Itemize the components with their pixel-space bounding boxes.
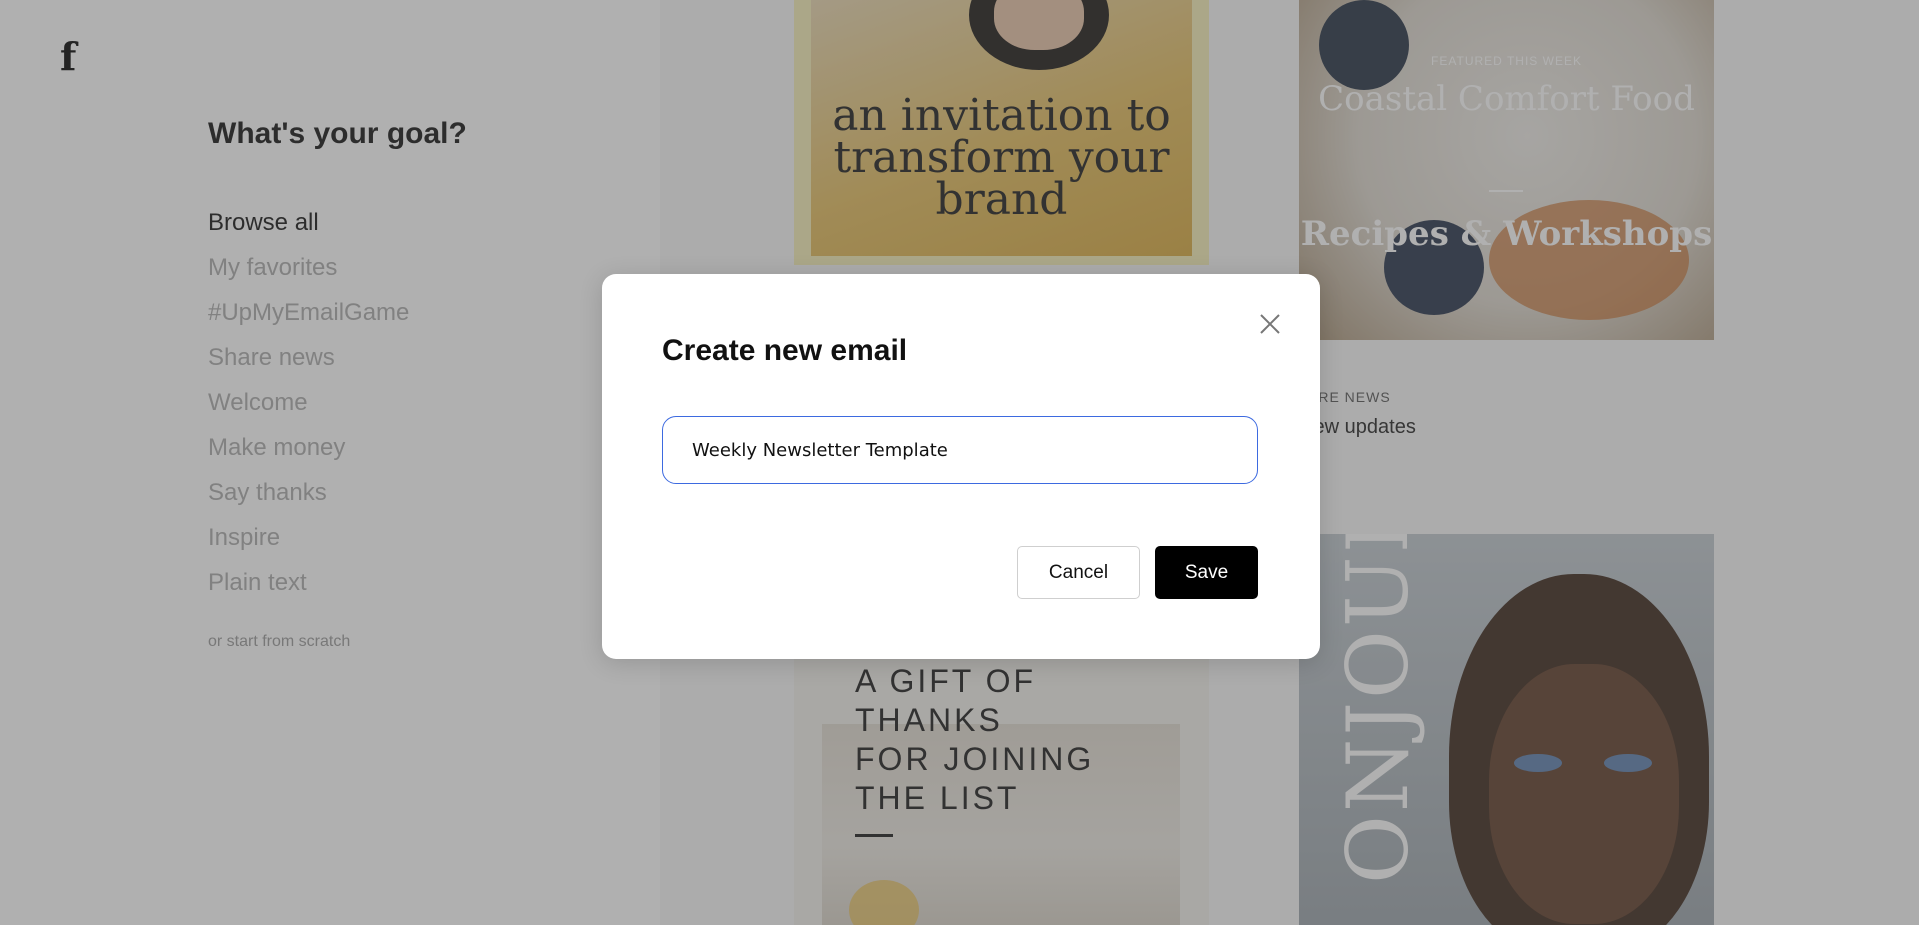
create-email-dialog: Create new email Cancel Save xyxy=(602,274,1320,659)
dialog-title: Create new email xyxy=(662,334,908,367)
save-button[interactable]: Save xyxy=(1155,546,1258,599)
close-icon[interactable] xyxy=(1256,310,1284,338)
email-name-input[interactable] xyxy=(662,416,1258,484)
cancel-button[interactable]: Cancel xyxy=(1017,546,1140,599)
